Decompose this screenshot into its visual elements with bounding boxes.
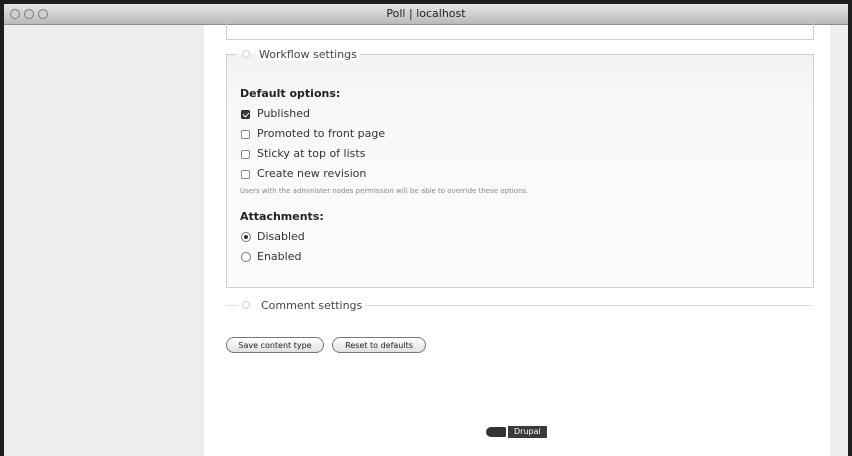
promoted-checkbox[interactable] xyxy=(241,130,250,139)
expand-icon[interactable] xyxy=(242,301,250,309)
left-sidebar xyxy=(4,25,204,456)
sticky-label[interactable]: Sticky at top of lists xyxy=(257,147,365,160)
comment-fieldset-border xyxy=(226,305,238,306)
new-revision-label[interactable]: Create new revision xyxy=(257,167,366,180)
drupal-badge[interactable]: Drupal xyxy=(486,425,547,438)
attachments-enabled-label[interactable]: Enabled xyxy=(257,250,301,263)
fieldset-top-border xyxy=(356,54,813,55)
right-margin xyxy=(830,25,848,456)
reset-to-defaults-button[interactable]: Reset to defaults xyxy=(332,337,426,353)
save-content-type-button[interactable]: Save content type xyxy=(226,337,324,353)
published-checkbox[interactable] xyxy=(241,110,250,119)
published-label[interactable]: Published xyxy=(257,107,310,120)
default-options-description: Users with the administer nodes permissi… xyxy=(240,187,529,195)
promoted-label[interactable]: Promoted to front page xyxy=(257,127,385,140)
attachments-disabled-label[interactable]: Disabled xyxy=(257,230,305,243)
sticky-checkbox[interactable] xyxy=(241,150,250,159)
previous-fieldset-bottom xyxy=(226,21,814,40)
attachments-enabled-radio[interactable] xyxy=(241,252,251,262)
drupal-drop-icon xyxy=(486,426,506,437)
attachments-label: Attachments: xyxy=(240,210,324,223)
workflow-settings-legend[interactable]: Workflow settings xyxy=(256,48,360,61)
main-content: Workflow settings Default options: Publi… xyxy=(204,21,830,456)
window-title: Poll | localhost xyxy=(386,7,466,20)
comment-fieldset-border xyxy=(357,305,813,306)
new-revision-checkbox[interactable] xyxy=(241,170,250,179)
default-options-label: Default options: xyxy=(240,87,341,100)
attachments-disabled-radio[interactable] xyxy=(241,232,251,242)
comment-settings-legend[interactable]: Comment settings xyxy=(258,299,366,312)
fieldset-top-border xyxy=(226,54,236,55)
drupal-badge-label: Drupal xyxy=(508,425,547,438)
collapse-icon[interactable] xyxy=(242,50,250,58)
browser-window: Poll | localhost Workflow settings Defau… xyxy=(4,4,848,456)
